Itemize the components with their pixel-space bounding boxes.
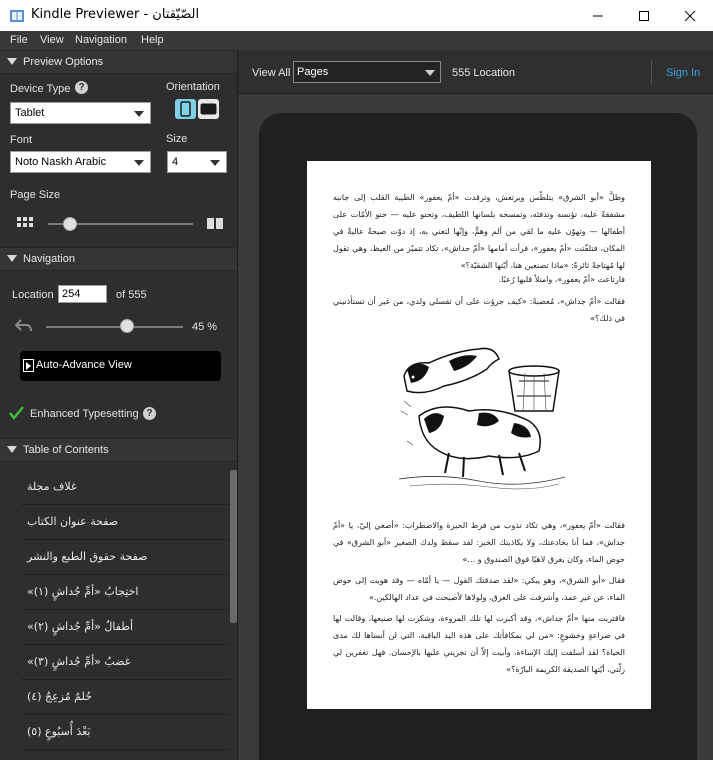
toc-item-label: «أطفالُ «أمِّ جُداشٍ (٢) xyxy=(27,620,134,633)
location-count: 555 Location xyxy=(452,67,515,79)
view-all-label: View All xyxy=(252,67,291,79)
help-icon[interactable]: ? xyxy=(143,407,156,420)
maximize-icon xyxy=(639,10,649,21)
page-paragraph: وظلَّ «أبو الشرق» يتلطّس ويرتعش، وترقدت … xyxy=(333,193,625,270)
portrait-icon xyxy=(180,101,191,117)
page-paragraph: فقال «أبو الشرق»، وهو يبكي: «لقد صدقتك ا… xyxy=(333,576,625,602)
section-label: Preview Options xyxy=(23,56,104,68)
toc-item-label: حُلمٌ مُزعِجٌ (٤) xyxy=(27,690,92,703)
select-value: Pages xyxy=(297,66,329,78)
page-paragraph: فقالت «أمّ جداش»، مُغضبةً: «كيف جرؤت على… xyxy=(333,297,625,323)
page-paragraph: فقالت «أمّ يعفور»، وهي تكاد تذوب من فرط … xyxy=(333,521,625,564)
checkmark-icon xyxy=(9,406,24,420)
view-mode-select[interactable]: Pages xyxy=(293,61,441,83)
chevron-down-icon xyxy=(134,111,144,117)
auto-advance-button[interactable]: Auto-Advance View xyxy=(20,351,221,381)
page-paragraph: فاقتربت منها «أمّ جداش»، وقد أكبرت لها ت… xyxy=(333,614,625,674)
enhanced-typesetting-label: Enhanced Typesetting xyxy=(30,408,139,420)
menu-navigation[interactable]: Navigation xyxy=(75,34,127,46)
navigation-header[interactable]: Navigation xyxy=(0,247,237,271)
cats-illustration xyxy=(399,347,565,490)
toc-item-label: بَعْدَ أُسبُوعٍ (٥) xyxy=(27,725,91,738)
font-label: Font xyxy=(10,134,33,146)
location-total: of 555 xyxy=(116,289,147,301)
collapse-triangle-icon xyxy=(7,255,17,262)
toc-item[interactable]: بَعْدَ أُسبُوعٍ (٥) xyxy=(21,715,230,750)
menu-bar: File View Navigation Help xyxy=(0,31,713,50)
location-slider-track[interactable] xyxy=(46,326,183,328)
size-label: Size xyxy=(166,133,188,145)
book-page[interactable]: وظلَّ «أبو الشرق» يتلطّس ويرتعش، وترقدت … xyxy=(307,161,651,709)
location-input[interactable] xyxy=(58,285,107,303)
location-label: Location xyxy=(12,289,54,301)
toc-item-label: غلاف مجلة xyxy=(27,480,77,493)
button-label: Auto-Advance View xyxy=(36,359,132,371)
device-type-select[interactable]: Tablet xyxy=(10,102,151,124)
kindle-previewer-window: Kindle Previewer - الصّيّقتان File View … xyxy=(0,0,713,760)
select-value: Noto Naskh Arabic xyxy=(15,156,107,168)
chevron-down-icon xyxy=(210,160,220,166)
menu-file[interactable]: File xyxy=(10,34,28,46)
page-size-slider-thumb[interactable] xyxy=(62,217,77,231)
sign-in-link[interactable]: Sign In xyxy=(666,67,700,79)
toc-item[interactable]: حُلمٌ مُزعِجٌ (٤) xyxy=(21,680,230,715)
progress-percent: 45 % xyxy=(192,321,218,333)
toc-item[interactable]: صفحة عنوان الكتاب xyxy=(21,505,230,540)
landscape-orientation-button[interactable] xyxy=(198,99,219,119)
collapse-triangle-icon xyxy=(7,446,17,453)
app-icon xyxy=(10,10,24,22)
close-button[interactable] xyxy=(667,0,713,31)
chevron-down-icon xyxy=(425,70,435,76)
close-icon xyxy=(684,10,696,21)
collapse-triangle-icon xyxy=(7,58,17,65)
back-arrow-icon[interactable] xyxy=(14,317,34,335)
landscape-icon xyxy=(200,103,217,115)
toc-item[interactable]: صفحة حقوق الطبع والنشر xyxy=(21,540,230,575)
maximize-button[interactable] xyxy=(621,0,667,31)
device-type-label: Device Type xyxy=(10,83,71,95)
section-label: Table of Contents xyxy=(23,444,109,456)
minimize-button[interactable] xyxy=(575,0,621,31)
toc-item[interactable]: «أطفالُ «أمِّ جُداشٍ (٢) xyxy=(21,610,230,645)
chevron-down-icon xyxy=(134,160,144,166)
toc-item-label: «اختِجابُ «أمِّ جُداشٍ (١) xyxy=(27,585,139,598)
toc-item-label: صفحة عنوان الكتاب xyxy=(27,515,119,528)
small-page-grid-icon xyxy=(17,217,33,227)
toc-item[interactable]: «اختِجابُ «أمِّ جُداشٍ (١) xyxy=(21,575,230,610)
preview-options-header[interactable]: Preview Options xyxy=(0,50,237,74)
toc-scrollbar[interactable] xyxy=(230,470,237,623)
large-page-grid-icon xyxy=(207,218,223,229)
toc-item[interactable]: «غضبُ «أمِّ جُداشٍ (٣) xyxy=(21,645,230,680)
window-title: Kindle Previewer - الصّيّقتان xyxy=(31,7,200,22)
portrait-orientation-button[interactable] xyxy=(175,99,196,119)
menu-help[interactable]: Help xyxy=(141,34,164,46)
title-bar: Kindle Previewer - الصّيّقتان xyxy=(0,0,713,31)
toc-item-label: «غضبُ «أمِّ جُداشٍ (٣) xyxy=(27,655,131,668)
toc-list: غلاف مجلة صفحة عنوان الكتاب صفحة حقوق ال… xyxy=(0,470,230,760)
page-size-label: Page Size xyxy=(10,189,61,201)
help-icon[interactable]: ? xyxy=(75,81,88,94)
play-icon xyxy=(23,359,34,372)
menu-view[interactable]: View xyxy=(40,34,64,46)
left-panel: Preview Options Device Type ? Orientatio… xyxy=(0,50,238,760)
minimize-icon xyxy=(593,15,603,16)
preview-area: View All Pages 555 Location Sign In وظلَ… xyxy=(238,50,713,760)
font-select[interactable]: Noto Naskh Arabic xyxy=(10,151,151,173)
size-select[interactable]: 4 xyxy=(167,151,227,173)
location-slider-thumb[interactable] xyxy=(119,319,134,333)
orientation-label: Orientation xyxy=(166,81,220,93)
toc-item[interactable]: غلاف مجلة xyxy=(21,470,230,505)
select-value: 4 xyxy=(172,156,179,168)
divider xyxy=(651,60,652,85)
page-paragraph: فارتاعت «أمّ يعفور»، وامتلأ قلبها رُعبًا… xyxy=(498,275,625,284)
view-toolbar: View All Pages 555 Location Sign In xyxy=(238,50,713,94)
section-label: Navigation xyxy=(23,253,75,265)
toc-header[interactable]: Table of Contents xyxy=(0,438,237,462)
select-value: Tablet xyxy=(15,107,45,119)
toc-item-label: صفحة حقوق الطبع والنشر xyxy=(27,550,148,563)
